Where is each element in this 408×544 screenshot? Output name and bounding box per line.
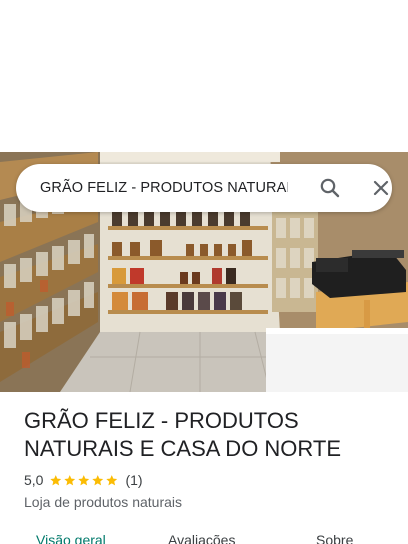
rating-row[interactable]: 5,0 (1) [24,470,143,490]
place-tabs: Visão geral Avaliações Sobre [0,528,408,544]
search-bar[interactable]: GRÃO FELIZ - PRODUTOS NATURAIS E CASA DO… [16,164,392,212]
rating-stars [49,474,119,487]
star-icon [106,474,118,485]
star-icon [50,474,62,485]
star-icon [78,474,90,485]
place-title: GRÃO FELIZ - PRODUTOS NATURAIS E CASA DO… [24,408,342,461]
tab-about[interactable]: Sobre [316,532,353,544]
star-icon [64,474,76,485]
map-blank-area [0,0,408,152]
search-icon[interactable] [318,176,342,200]
place-category: Loja de produtos naturais [24,494,182,510]
search-input[interactable]: GRÃO FELIZ - PRODUTOS NATURAIS E CASA DO… [40,164,288,212]
close-icon[interactable] [369,176,393,200]
review-count[interactable]: (1) [125,472,142,488]
star-icon [92,474,104,485]
tab-reviews[interactable]: Avaliações [168,532,235,544]
tab-overview[interactable]: Visão geral [36,532,106,544]
rating-value: 5,0 [24,472,44,488]
